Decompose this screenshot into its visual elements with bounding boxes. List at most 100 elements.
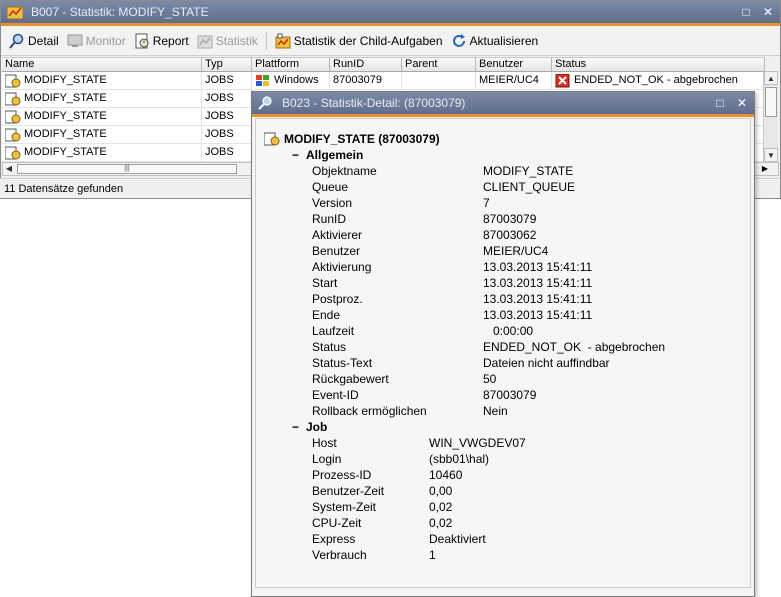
scroll-thumb[interactable]: ||| xyxy=(17,164,237,174)
detail-property-row: Laufzeit 0:00:00 xyxy=(262,323,750,339)
collapse-icon[interactable]: − xyxy=(292,147,300,163)
property-value: 50 xyxy=(483,372,497,386)
table-row[interactable]: MODIFY_STATE JOBS Windows 87003079 MEIER… xyxy=(2,72,765,90)
property-value: MODIFY_STATE xyxy=(483,164,574,178)
job-icon xyxy=(5,74,21,87)
property-label: Benutzer-Zeit xyxy=(312,484,385,498)
maximize-icon[interactable]: □ xyxy=(714,95,726,111)
section-job[interactable]: − Job xyxy=(292,419,750,435)
monitor-icon xyxy=(67,34,83,47)
column-header-plattform[interactable]: Plattform xyxy=(252,58,330,71)
detail-property-row: Status ENDED_NOT_OK - abgebrochen xyxy=(262,339,750,355)
property-value: 1 xyxy=(429,548,436,562)
property-value: 0:00:00 xyxy=(483,324,534,338)
vertical-scrollbar[interactable]: ▲ ▼ xyxy=(763,71,778,162)
property-value: 87003079 xyxy=(483,212,537,226)
job-list: Host WIN_VWGDEV07 Login (sbb01\hal) Prozess-… xyxy=(262,435,750,563)
job-icon xyxy=(264,132,280,146)
property-label: Rückgabewert xyxy=(312,372,389,386)
column-header-status[interactable]: Status xyxy=(552,58,765,71)
property-value: 10460 xyxy=(429,468,463,482)
property-label: Aktivierung xyxy=(312,260,372,274)
detail-property-row: Prozess-ID 10460 xyxy=(262,467,750,483)
section-allgemein[interactable]: − Allgemein xyxy=(292,147,750,163)
job-icon xyxy=(5,92,21,105)
scroll-left-icon[interactable]: ◀ xyxy=(3,163,15,175)
detail-button[interactable]: Detail xyxy=(9,33,59,49)
detail-property-row: Objektname MODIFY_STATE xyxy=(262,163,750,179)
scroll-thumb[interactable] xyxy=(765,87,777,117)
property-value: 87003062 xyxy=(483,228,537,242)
detail-property-row: Verbrauch 1 xyxy=(262,547,750,563)
property-label: Start xyxy=(312,276,338,290)
detail-property-row: Ende 13.03.2013 15:41:11 xyxy=(262,307,750,323)
child-statistics-icon xyxy=(275,33,291,48)
property-label: Prozess-ID xyxy=(312,468,372,482)
detail-property-row: CPU-Zeit 0,02 xyxy=(262,515,750,531)
property-value: ENDED_NOT_OK - abgebrochen xyxy=(483,340,666,354)
detail-property-row: Rückgabewert 50 xyxy=(262,371,750,387)
table-header: Name Typ Plattform RunID Parent Benutzer… xyxy=(2,58,765,72)
detail-title: B023 - Statistik-Detail: (87003079) xyxy=(282,96,466,110)
property-label: Event-ID xyxy=(312,388,359,402)
child-statistics-button[interactable]: Statistik der Child-Aufgaben xyxy=(275,33,443,49)
property-label: Benutzer xyxy=(312,244,361,258)
property-value: 13.03.2013 15:41:11 xyxy=(483,308,593,322)
job-icon xyxy=(5,128,21,141)
property-label: Queue xyxy=(312,180,349,194)
detail-property-row: Start 13.03.2013 15:41:11 xyxy=(262,275,750,291)
scroll-down-icon[interactable]: ▼ xyxy=(764,148,778,162)
accent-divider xyxy=(252,114,754,117)
detail-property-row: Version 7 xyxy=(262,195,750,211)
detail-property-row: Benutzer MEIER/UC4 xyxy=(262,243,750,259)
window-titlebar[interactable]: B007 - Statistik: MODIFY_STATE □ ✕ xyxy=(1,1,780,23)
property-label: Express xyxy=(312,532,356,546)
detail-property-row: Login (sbb01\hal) xyxy=(262,451,750,467)
property-label: Ende xyxy=(312,308,341,322)
refresh-button[interactable]: Aktualisieren xyxy=(451,33,538,49)
job-icon xyxy=(5,110,21,123)
windows-icon xyxy=(256,74,269,86)
detail-property-row: System-Zeit 0,02 xyxy=(262,499,750,515)
property-value: Nein xyxy=(483,404,508,418)
magnifier-icon xyxy=(258,96,272,110)
column-header-runid[interactable]: RunID xyxy=(330,58,402,71)
allgemein-list: Objektname MODIFY_STATE Queue CLIENT_QUEUE V… xyxy=(262,163,750,419)
detail-titlebar[interactable]: B023 - Statistik-Detail: (87003079) □ ✕ xyxy=(252,92,754,114)
scroll-right-icon[interactable]: ▶ xyxy=(751,162,779,176)
property-label: System-Zeit xyxy=(312,500,377,514)
property-value: WIN_VWGDEV07 xyxy=(429,436,526,450)
detail-property-row: Status-Text Dateien nicht auffindbar xyxy=(262,355,750,371)
property-value: 87003079 xyxy=(483,388,537,402)
column-header-benutzer[interactable]: Benutzer xyxy=(476,58,552,71)
refresh-icon xyxy=(452,33,465,47)
property-value: 13.03.2013 15:41:11 xyxy=(483,260,593,274)
column-header-typ[interactable]: Typ xyxy=(202,58,252,71)
close-icon[interactable]: ✕ xyxy=(762,4,774,20)
scroll-up-icon[interactable]: ▲ xyxy=(764,71,778,85)
detail-property-row: Express Deaktiviert xyxy=(262,531,750,547)
property-label: RunID xyxy=(312,212,347,226)
job-icon xyxy=(5,146,21,159)
property-label: Host xyxy=(312,436,337,450)
property-value: 13.03.2013 15:41:11 xyxy=(483,292,593,306)
toolbar: Detail Monitor Report Statistik Statisti… xyxy=(1,26,780,56)
collapse-icon[interactable]: − xyxy=(292,419,300,435)
report-button[interactable]: Report xyxy=(134,33,189,49)
property-label: CPU-Zeit xyxy=(312,516,362,530)
column-header-parent[interactable]: Parent xyxy=(402,58,476,71)
statistik-button[interactable]: Statistik xyxy=(197,33,258,49)
property-label: Rollback ermöglichen xyxy=(312,404,427,418)
column-header-name[interactable]: Name xyxy=(2,58,202,71)
property-value: Deaktiviert xyxy=(429,532,486,546)
detail-property-row: Benutzer-Zeit 0,00 xyxy=(262,483,750,499)
maximize-icon[interactable]: □ xyxy=(740,4,752,20)
close-icon[interactable]: ✕ xyxy=(736,95,748,111)
property-label: Postproz. xyxy=(312,292,363,306)
monitor-button[interactable]: Monitor xyxy=(67,33,126,49)
horizontal-scrollbar[interactable]: ◀ ||| xyxy=(2,162,252,176)
detail-property-row: Aktivierung 13.03.2013 15:41:11 xyxy=(262,259,750,275)
property-label: Objektname xyxy=(312,164,377,178)
detail-property-row: Queue CLIENT_QUEUE xyxy=(262,179,750,195)
detail-header: MODIFY_STATE (87003079) xyxy=(264,131,750,147)
